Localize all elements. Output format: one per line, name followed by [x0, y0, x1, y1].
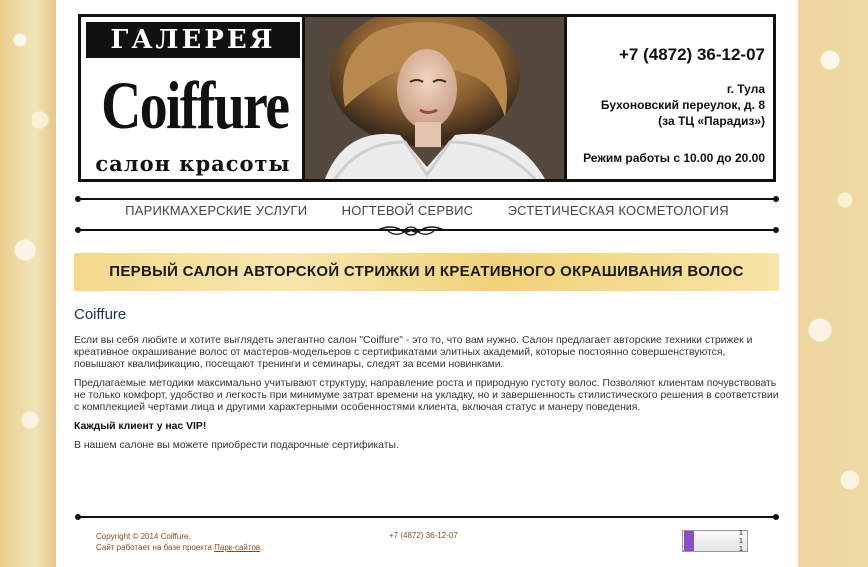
ornament-icon — [377, 226, 445, 236]
counter-line: 1 — [738, 545, 743, 553]
nav-item-cosmetology[interactable]: ЭСТЕТИЧЕСКАЯ КОСМЕТОЛОГИЯ — [508, 203, 729, 218]
content-paragraph-1: Если вы себя любите и хотите выглядеть э… — [74, 335, 753, 370]
footer-copyright: Copyright © 2014 Coiffure. — [96, 532, 191, 541]
footer-powered: Сайт работает на базе проекта Парк-сайто… — [96, 542, 262, 553]
content-paragraph-2: Предлагаемые методики максимально учитыв… — [74, 378, 779, 413]
footer-powered-prefix: Сайт работает на базе проекта — [96, 543, 215, 552]
logo-sub-text: салон красоты — [95, 151, 291, 176]
nav-item-nail-service[interactable]: НОГТЕВОЙ СЕРВИС — [342, 203, 474, 218]
address-landmark: (за ТЦ «Парадиз») — [658, 114, 765, 128]
promo-banner: ПЕРВЫЙ САЛОН АВТОРСКОЙ СТРИЖКИ И КРЕАТИВ… — [74, 253, 779, 291]
footer-divider — [75, 514, 779, 520]
logo-top-text: ГАЛЕРЕЯ — [86, 22, 300, 58]
footer-powered-suffix: . — [260, 543, 263, 552]
footer-phone[interactable]: +7 (4872) 36-12-07 — [389, 531, 458, 540]
logo-main-text: Coiffure — [101, 67, 290, 143]
header-photo — [305, 17, 567, 179]
main-nav: ПАРИКМАХЕРСКИЕ УСЛУГИ НОГТЕВОЙ СЕРВИС ЭС… — [78, 203, 776, 218]
visit-counter[interactable]: 1 1 1 — [682, 529, 748, 553]
counter-values: 1 1 1 — [694, 529, 747, 553]
content-paragraph-certificates: В нашем салоне вы можете приобрести пода… — [74, 440, 399, 451]
header-contacts: +7 (4872) 36-12-07 г. Тула Бухоновский п… — [567, 17, 773, 179]
working-hours: Режим работы с 10.00 до 20.00 — [583, 151, 765, 165]
main-content: Coiffure Если вы себя любите и хотите вы… — [74, 306, 779, 459]
footer-copyright-block: Copyright © 2014 Coiffure. Сайт работает… — [96, 531, 262, 553]
header: ГАЛЕРЕЯ Coiffure салон красоты +7 (4872)… — [78, 14, 776, 182]
page-container: ГАЛЕРЕЯ Coiffure салон красоты +7 (4872)… — [56, 0, 798, 567]
counter-line: 1 — [738, 537, 743, 545]
address-city: г. Тула — [726, 82, 765, 96]
logo[interactable]: ГАЛЕРЕЯ Coiffure салон красоты — [81, 17, 305, 179]
model-image — [305, 17, 564, 179]
header-phone[interactable]: +7 (4872) 36-12-07 — [567, 45, 765, 65]
content-title: Coiffure — [74, 306, 127, 323]
address-street: Бухоновский переулок, д. 8 — [600, 98, 765, 112]
park-sites-link[interactable]: Парк-сайтов — [214, 543, 260, 552]
content-paragraph-vip: Каждый клиент у нас VIP! — [74, 421, 207, 432]
counter-logo-icon — [684, 531, 694, 551]
counter-line: 1 — [738, 529, 743, 537]
nav-item-hair-services[interactable]: ПАРИКМАХЕРСКИЕ УСЛУГИ — [125, 203, 307, 218]
nav-top-divider — [75, 196, 779, 202]
